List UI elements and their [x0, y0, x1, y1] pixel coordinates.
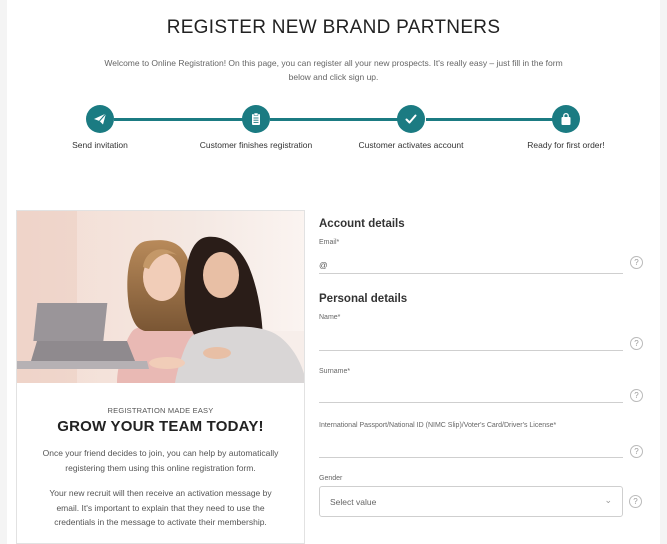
- name-field-group: Name* ?: [319, 314, 643, 351]
- surname-field[interactable]: ?: [319, 377, 643, 403]
- registration-form: Account details Email* @ ? Personal deta…: [319, 218, 643, 517]
- step-customer-activates-account: Customer activates account: [351, 105, 471, 153]
- registration-steps: Send invitation Customer finishes regist…: [7, 105, 660, 165]
- page-title: REGISTER NEW BRAND PARTNERS: [166, 17, 501, 38]
- personal-details-title: Personal details: [319, 293, 408, 305]
- gender-field-group: Gender Select value ⌄ ?: [319, 475, 642, 517]
- help-icon[interactable]: ?: [630, 445, 643, 458]
- email-prefix: @: [319, 260, 328, 270]
- step-ready-for-first-order: Ready for first order!: [506, 105, 626, 153]
- step-label: Customer activates account: [358, 140, 464, 150]
- paper-plane-icon: [86, 105, 114, 133]
- registration-page: REGISTER NEW BRAND PARTNERS Welcome to O…: [7, 0, 660, 544]
- help-icon[interactable]: ?: [630, 337, 643, 350]
- step-customer-finishes-registration: Customer finishes registration: [196, 105, 316, 153]
- step-label: Customer finishes registration: [199, 140, 313, 150]
- promo-paragraph-1: Once your friend decides to join, you ca…: [42, 448, 279, 473]
- promo-card: REGISTRATION MADE EASY GROW YOUR TEAM TO…: [16, 210, 305, 544]
- promo-photo: [17, 211, 304, 383]
- promo-heading: GROW YOUR TEAM TODAY!: [57, 418, 264, 435]
- step-label: Ready for first order!: [527, 140, 605, 150]
- account-details-title: Account details: [319, 218, 405, 230]
- email-label: Email*: [319, 239, 340, 246]
- step-send-invitation: Send invitation: [40, 105, 160, 153]
- gender-select[interactable]: Select value ⌄ ?: [319, 486, 642, 517]
- chevron-down-icon: ⌄: [604, 495, 612, 505]
- intro-text: Welcome to Online Registration! On this …: [104, 58, 563, 82]
- surname-label: Surname*: [319, 368, 351, 375]
- help-icon[interactable]: ?: [630, 389, 643, 402]
- id-document-field-group: International Passport/National ID (NIMC…: [319, 422, 643, 458]
- name-field[interactable]: ?: [319, 323, 643, 351]
- id-document-label: International Passport/National ID (NIMC…: [319, 422, 557, 429]
- gender-selected-value: Select value: [330, 497, 377, 507]
- surname-field-group: Surname* ?: [319, 368, 643, 403]
- name-label: Name*: [319, 314, 341, 321]
- id-document-field[interactable]: ?: [319, 431, 643, 458]
- email-field-group: Email* @ ?: [319, 239, 643, 274]
- checkmark-icon: [397, 105, 425, 133]
- email-field[interactable]: @ ?: [319, 248, 643, 274]
- promo-text: REGISTRATION MADE EASY GROW YOUR TEAM TO…: [17, 406, 304, 530]
- help-icon[interactable]: ?: [630, 256, 643, 269]
- promo-paragraph-2: Your new recruit will then receive an ac…: [49, 488, 272, 527]
- step-label: Send invitation: [72, 140, 128, 150]
- shopping-bag-icon: [552, 105, 580, 133]
- promo-kicker: REGISTRATION MADE EASY: [107, 406, 214, 415]
- gender-label: Gender: [319, 475, 343, 482]
- clipboard-icon: [242, 105, 270, 133]
- help-icon[interactable]: ?: [629, 495, 642, 508]
